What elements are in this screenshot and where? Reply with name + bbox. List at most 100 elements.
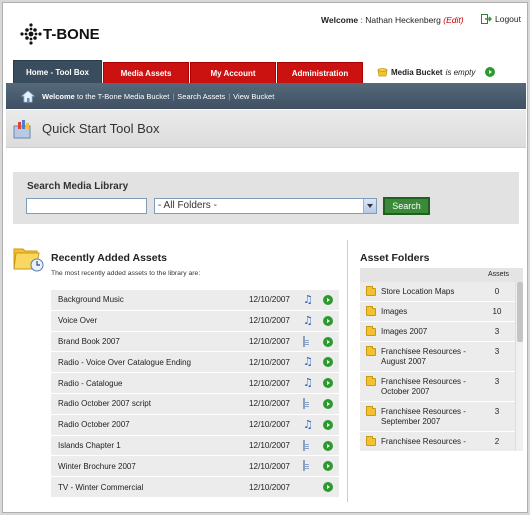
folder-select[interactable]: - All Folders -: [154, 198, 377, 214]
asset-name[interactable]: Radio - Catalogue: [58, 379, 122, 388]
asset-row[interactable]: Islands Chapter 1 12/10/2007: [51, 435, 339, 457]
asset-row[interactable]: Radio - Catalogue 12/10/2007 ♫: [51, 373, 339, 394]
asset-name[interactable]: TV - Winter Commercial: [58, 483, 143, 492]
asset-name[interactable]: Islands Chapter 1: [58, 441, 121, 450]
music-note-icon: ♫: [303, 376, 313, 390]
search-input[interactable]: [26, 198, 147, 214]
user-name: Nathan Heckenberg: [365, 15, 441, 25]
go-arrow-icon[interactable]: [323, 357, 333, 368]
tab-administration[interactable]: Administration: [277, 62, 363, 84]
asset-name[interactable]: Background Music: [58, 295, 124, 304]
music-note-icon: ♫: [303, 313, 313, 327]
folder-icon: [366, 306, 376, 316]
scrollbar-thumb[interactable]: [517, 282, 523, 342]
asset-row[interactable]: Brand Book 2007 12/10/2007: [51, 331, 339, 353]
go-arrow-icon[interactable]: [323, 419, 333, 430]
logout-label: Logout: [495, 14, 521, 24]
asset-name[interactable]: Brand Book 2007: [58, 337, 120, 346]
folder-row[interactable]: Franchisee Resources - 2: [360, 431, 515, 451]
asset-row[interactable]: Radio - Voice Over Catalogue Ending 12/10…: [51, 352, 339, 374]
go-arrow-icon[interactable]: [323, 461, 333, 472]
asset-date: 12/10/2007: [249, 336, 290, 346]
edit-profile-link[interactable]: (Edit): [443, 15, 463, 25]
go-arrow-icon[interactable]: [485, 67, 496, 77]
go-arrow-icon[interactable]: [323, 295, 333, 305]
search-button[interactable]: Search: [383, 197, 430, 215]
tab-home-tool-box[interactable]: Home - Tool Box: [13, 60, 102, 84]
folder-asset-count: 3: [494, 406, 500, 416]
video-icon: [303, 482, 313, 492]
home-icon[interactable]: [21, 89, 35, 103]
folder-row[interactable]: Store Location Maps 0: [360, 282, 515, 302]
folder-name[interactable]: Franchisee Resources - September 2007: [381, 407, 481, 427]
music-note-icon: ♫: [303, 417, 313, 431]
asset-row[interactable]: Radio October 2007 12/10/2007 ♫: [51, 414, 339, 436]
asset-row[interactable]: Radio October 2007 script 12/10/2007: [51, 393, 339, 415]
welcome-label: Welcome: [321, 15, 359, 25]
folder-name[interactable]: Store Location Maps: [381, 287, 481, 297]
subnav-welcome-bold: Welcome: [42, 91, 75, 101]
logo-dots-icon: [20, 23, 42, 45]
asset-folders-table: Assets Store Location Maps 0 Images 10 Image…: [360, 268, 523, 451]
folder-asset-count: 3: [494, 376, 500, 386]
folder-asset-count: 2: [494, 436, 500, 446]
app-frame: T-BONE Welcome : Nathan Heckenberg (Edit…: [2, 2, 528, 513]
folder-row[interactable]: Franchisee Resources - September 2007 3: [360, 401, 515, 432]
logo-text: T-BONE: [43, 25, 100, 43]
folder-row[interactable]: Images 2007 3: [360, 322, 515, 342]
folder-icon: [366, 326, 376, 336]
folder-row[interactable]: Franchisee Resources - August 2007 3: [360, 342, 515, 372]
asset-row[interactable]: Voice Over 12/10/2007 ♫: [51, 310, 339, 332]
folders-scrollbar[interactable]: [515, 282, 523, 451]
asset-name[interactable]: Voice Over: [58, 316, 97, 325]
media-bucket-status[interactable]: Media Bucket is empty: [377, 67, 496, 77]
folder-name[interactable]: Images 2007: [381, 327, 481, 337]
subnav-view-bucket-link[interactable]: View Bucket: [233, 92, 274, 101]
document-icon: [303, 397, 313, 409]
folder-name[interactable]: Images: [381, 307, 481, 317]
go-arrow-icon[interactable]: [323, 336, 333, 347]
logo[interactable]: T-BONE: [20, 17, 100, 51]
folder-name[interactable]: Franchisee Resources -: [381, 437, 481, 447]
folder-asset-count: 0: [494, 287, 500, 296]
folder-icon: [366, 286, 376, 296]
asset-date: 12/10/2007: [249, 295, 290, 305]
go-arrow-icon[interactable]: [323, 440, 333, 451]
asset-name[interactable]: Radio - Voice Over Catalogue Ending: [58, 358, 191, 367]
sub-navigation: Welcome to the T-Bone Media Bucket | Sea…: [6, 83, 526, 109]
music-note-icon: ♫: [303, 355, 313, 369]
column-divider: [347, 240, 348, 502]
assets-column-header: Assets: [488, 271, 510, 278]
logout-link[interactable]: Logout: [481, 14, 521, 24]
go-arrow-icon[interactable]: [323, 398, 333, 409]
folder-row[interactable]: Franchisee Resources - October 2007 3: [360, 371, 515, 402]
subnav-search-assets-link[interactable]: Search Assets: [177, 92, 225, 101]
tab-my-account[interactable]: My Account: [190, 62, 276, 84]
folder-name[interactable]: Franchisee Resources - October 2007: [381, 377, 481, 397]
folder-name[interactable]: Franchisee Resources - August 2007: [381, 347, 481, 367]
asset-date: 12/10/2007: [249, 440, 290, 450]
folder-clock-icon: [13, 248, 44, 272]
folder-icon: [366, 405, 376, 416]
go-arrow-icon[interactable]: [323, 482, 333, 493]
go-arrow-icon[interactable]: [323, 378, 333, 389]
asset-date: 12/10/2007: [249, 461, 290, 471]
go-arrow-icon[interactable]: [323, 315, 333, 326]
folder-row[interactable]: Images 10: [360, 302, 515, 322]
search-panel: Search Media Library - All Folders - Sea…: [13, 172, 519, 224]
tab-media-assets[interactable]: Media Assets: [103, 62, 189, 84]
asset-row[interactable]: TV - Winter Commercial 12/10/2007: [51, 477, 339, 498]
folder-icon: [366, 435, 376, 446]
asset-name[interactable]: Radio October 2007: [58, 420, 130, 429]
document-icon: [303, 439, 313, 451]
asset-row[interactable]: Winter Brochure 2007 12/10/2007: [51, 456, 339, 478]
music-note-icon: ♫: [303, 293, 313, 306]
asset-date: 12/10/2007: [249, 316, 290, 326]
bucket-icon: [377, 68, 388, 77]
recent-assets-subtitle: The most recently added assets to the li…: [51, 270, 201, 277]
chevron-down-icon[interactable]: [363, 199, 376, 213]
asset-name[interactable]: Winter Brochure 2007: [58, 462, 136, 471]
asset-row[interactable]: Background Music 12/10/2007 ♫: [51, 290, 339, 311]
asset-name[interactable]: Radio October 2007 script: [58, 399, 151, 408]
welcome-text: Welcome : Nathan Heckenberg (Edit): [321, 15, 464, 25]
